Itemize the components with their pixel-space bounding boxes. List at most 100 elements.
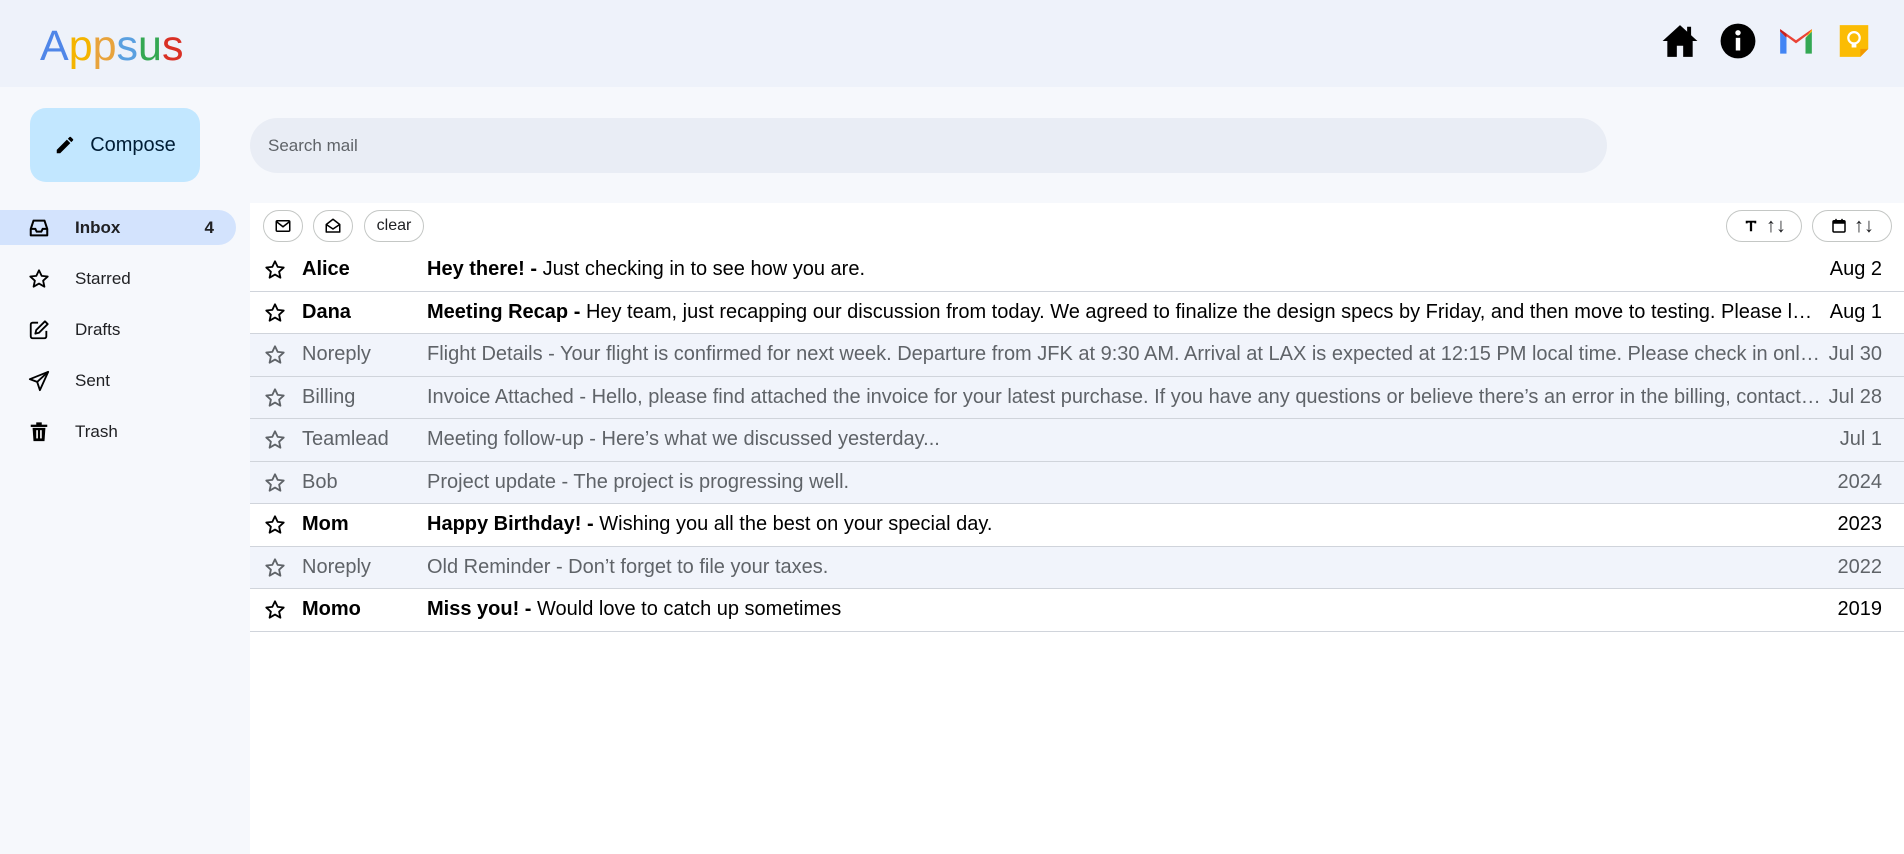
mail-content: Old Reminder - Don’t forget to file your… [427,556,1822,579]
logo-letter: A [40,22,69,70]
mail-date: Jul 28 [1828,385,1882,408]
mail-sender: Noreply [302,555,371,578]
sidebar-item-sent[interactable]: Sent [0,363,236,398]
mail-toolbar: clear ↑↓ ↑↓ [250,203,1904,249]
app-header: Appsus [0,0,1904,87]
mail-sender: Billing [302,385,356,408]
sort-by-date-button[interactable]: ↑↓ [1812,210,1892,242]
logo-letter: u [138,22,162,70]
filter-read-button[interactable] [313,210,353,242]
mail-separator: - [524,258,543,281]
mail-row[interactable]: Alice Hey there! - Just checking in to se… [250,249,1904,292]
keep-icon[interactable] [1835,22,1873,60]
mail-row[interactable]: Noreply Old Reminder - Don’t forget to fi… [250,546,1904,589]
sidebar-item-drafts[interactable]: Drafts [0,312,236,347]
mail-sender: Teamlead [302,428,389,451]
sidebar-item-inbox[interactable]: Inbox 4 [0,210,236,245]
mail-subject: Happy Birthday! [427,513,582,536]
mail-panel: clear ↑↓ ↑↓ Alice Hey there! - Just check… [250,203,1904,854]
search-input[interactable] [250,118,1607,173]
clear-label: clear [376,217,412,234]
mail-separator: - [519,598,538,621]
star-icon[interactable] [264,387,286,409]
star-icon[interactable] [264,429,286,451]
unread-count: 4 [204,217,214,237]
mail-content: Flight Details - Your flight is confirme… [427,343,1822,366]
mail-separator: - [542,343,561,366]
edit-icon [28,319,50,341]
mail-row[interactable]: Mom Happy Birthday! - Wishing you all the… [250,504,1904,547]
mail-subject: Miss you! [427,598,520,621]
app-logo[interactable]: Appsus [40,22,183,71]
star-icon[interactable] [264,259,286,281]
compose-label: Compose [90,133,176,156]
mail-subject: Hey there! [427,258,525,281]
mail-row[interactable]: Teamlead Meeting follow-up - Here’s what … [250,419,1904,462]
pencil-icon [56,136,74,154]
mail-body: Hello, please find attached the invoice … [591,385,1822,408]
mail-date: Aug 2 [1829,258,1882,281]
mail-content: Meeting Recap - Hey team, just recapping… [427,301,1822,324]
send-icon [28,370,50,392]
mail-separator: - [581,513,600,536]
mail-subject: Meeting follow-up [427,428,584,451]
mail-sender: Bob [302,470,338,493]
mail-sender: Alice [302,258,350,281]
mail-subject: Meeting Recap [427,300,569,323]
mail-subject: Old Reminder [427,555,551,578]
mail-separator: - [583,428,602,451]
sidebar-item-label: Trash [75,421,118,441]
mail-date: Jul 30 [1828,343,1882,366]
logo-letter: s [116,22,139,70]
mail-row[interactable]: Bob Project update - The project is progr… [250,461,1904,504]
mail-body: Don’t forget to file your taxes. [568,555,829,578]
mail-row[interactable]: Momo Miss you! - Would love to catch up s… [250,589,1904,632]
logo-letter: p [92,22,117,70]
sidebar-item-label: Sent [75,370,110,390]
sidebar-item-trash[interactable]: Trash [0,414,236,449]
mail-separator: - [555,470,574,493]
clear-filter-button[interactable]: clear [364,210,424,242]
mail-content: Meeting follow-up - Here’s what we discu… [427,428,1822,451]
sidebar-item-starred[interactable]: Starred [0,261,236,296]
mail-content: Hey there! - Just checking in to see how… [427,258,1822,281]
mail-date: 2019 [1837,598,1883,621]
mail-body: Wishing you all the best on your special… [599,513,993,536]
mail-sender: Dana [302,300,351,323]
info-icon[interactable] [1719,22,1757,60]
home-icon[interactable] [1661,22,1699,60]
mail-body: Just checking in to see how you are. [542,258,865,281]
mail-content: Invoice Attached - Hello, please find at… [427,386,1822,409]
star-icon[interactable] [264,302,286,324]
mail-body: Your flight is confirmed for next week. … [560,343,1822,366]
logo-letter: s [161,22,184,70]
star-icon[interactable] [264,344,286,366]
text-icon [1745,220,1757,232]
mail-row[interactable]: Noreply Flight Details - Your flight is c… [250,334,1904,377]
compose-button[interactable]: Compose [30,108,200,182]
star-icon[interactable] [264,472,286,494]
mail-sender: Noreply [302,343,371,366]
mail-sender: Momo [302,598,361,621]
filter-unread-button[interactable] [263,210,303,242]
mail-date: 2024 [1837,470,1883,493]
sort-by-title-button[interactable]: ↑↓ [1726,210,1802,242]
star-icon[interactable] [264,557,286,579]
mail-date: Jul 1 [1839,428,1882,451]
sidebar-item-label: Starred [75,268,131,288]
star-icon[interactable] [264,599,286,621]
mail-row[interactable]: Billing Invoice Attached - Hello, please … [250,376,1904,419]
star-icon[interactable] [264,514,286,536]
sidebar-item-label: Inbox [75,217,121,237]
mail-body: The project is progressing well. [573,470,850,493]
mail-separator: - [573,385,592,408]
mail-subject: Invoice Attached [427,385,574,408]
logo-letter: p [68,22,93,70]
mail-date: Aug 1 [1829,300,1882,323]
gmail-icon[interactable] [1777,22,1815,60]
mail-list: Alice Hey there! - Just checking in to se… [250,249,1904,632]
mail-subject: Project update [427,470,556,493]
mail-row[interactable]: Dana Meeting Recap - Hey team, just recap… [250,291,1904,334]
mail-body: Would love to catch up sometimes [537,598,842,621]
mail-sender: Mom [302,513,349,536]
